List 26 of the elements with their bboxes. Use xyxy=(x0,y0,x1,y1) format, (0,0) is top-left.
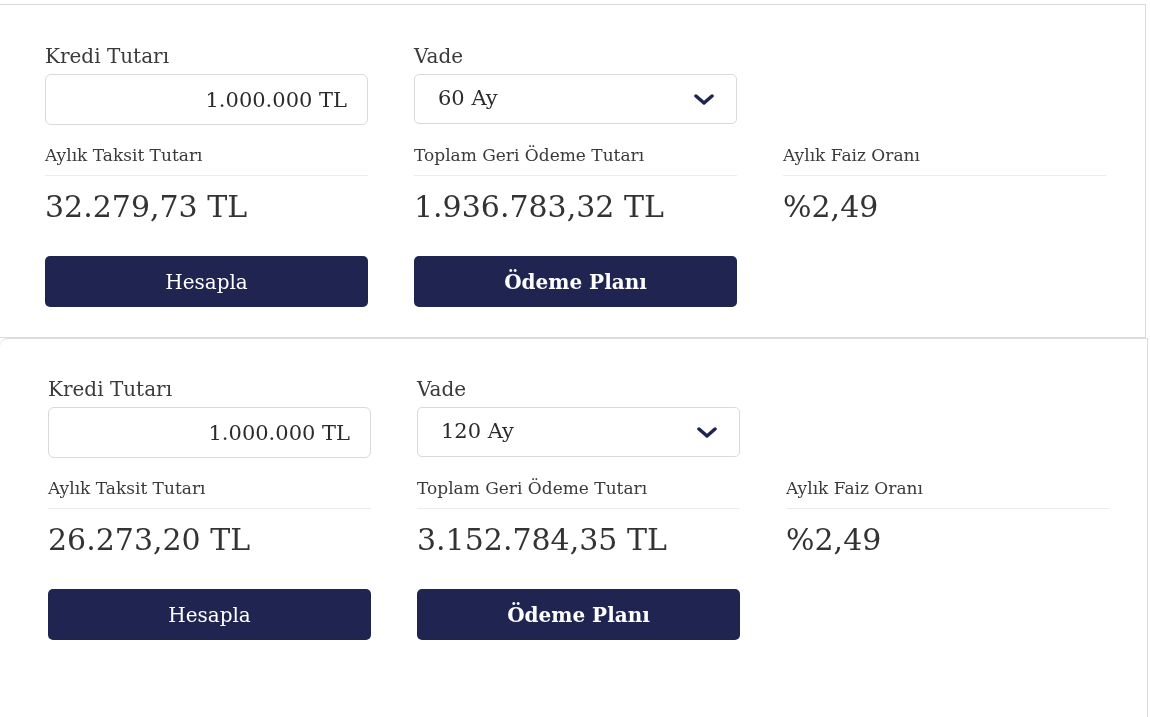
loan-amount-input[interactable]: 1.000.000 TL xyxy=(45,74,368,125)
field-label: Kredi Tutarı xyxy=(45,44,170,68)
field-label: Vade xyxy=(417,377,467,401)
loan-amount-input[interactable]: 1.000.000 TL xyxy=(48,407,371,458)
result-label: Aylık Taksit Tutarı xyxy=(45,145,203,165)
result-label: Toplam Geri Ödeme Tutarı xyxy=(417,478,648,498)
payment-plan-button[interactable]: Ödeme Planı xyxy=(417,589,740,640)
result-value: 32.279,73 TL xyxy=(45,190,248,224)
result-value: 26.273,20 TL xyxy=(48,523,251,557)
field-label: Vade xyxy=(414,44,464,68)
calculate-button[interactable]: Hesapla xyxy=(48,589,371,640)
result-label: Aylık Faiz Oranı xyxy=(786,478,923,498)
chevron-down-icon xyxy=(697,426,717,438)
payment-plan-button[interactable]: Ödeme Planı xyxy=(414,256,737,307)
term-select[interactable]: 60 Ay xyxy=(414,74,737,124)
calculate-button[interactable]: Hesapla xyxy=(45,256,368,307)
field-label: Kredi Tutarı xyxy=(48,377,173,401)
result-value: 3.152.784,35 TL xyxy=(417,523,667,557)
term-select[interactable]: 120 Ay xyxy=(417,407,740,457)
result-value: %2,49 xyxy=(783,190,879,224)
result-label: Aylık Faiz Oranı xyxy=(783,145,920,165)
result-value: 1.936.783,32 TL xyxy=(414,190,664,224)
result-label: Toplam Geri Ödeme Tutarı xyxy=(414,145,645,165)
result-label: Aylık Taksit Tutarı xyxy=(48,478,206,498)
result-value: %2,49 xyxy=(786,523,882,557)
chevron-down-icon xyxy=(694,93,714,105)
